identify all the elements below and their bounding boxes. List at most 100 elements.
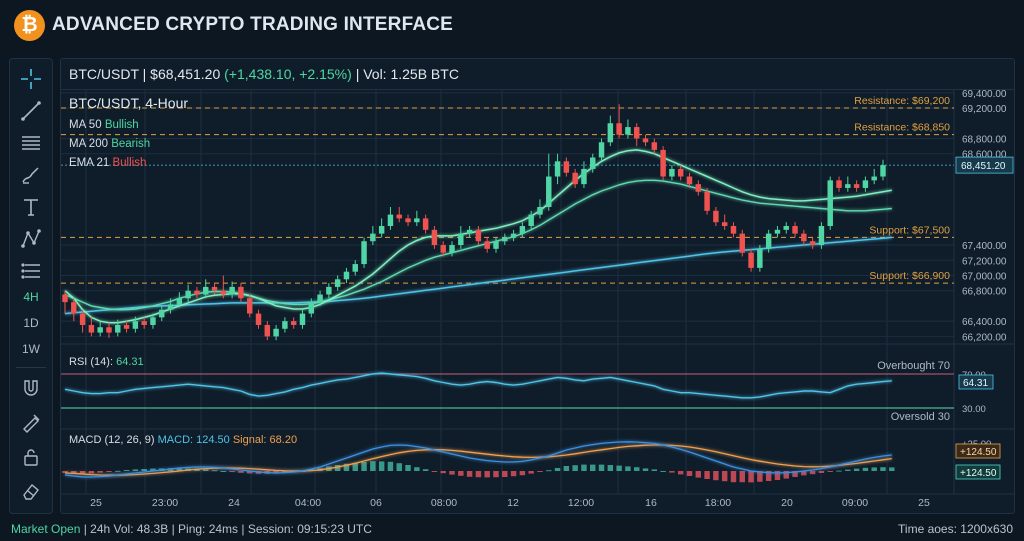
magnet-icon[interactable] [10,375,52,403]
macd-histogram-bar [528,471,534,474]
macd-histogram-bar [238,471,244,473]
pattern-icon[interactable] [10,225,52,253]
timeframe-1w[interactable]: 1W [10,335,52,363]
candle-body [123,324,130,329]
candle-body [150,317,156,325]
macd-histogram-bar [361,462,367,471]
app-title: ADVANCED CRYPTO TRADING INTERFACE [52,14,454,35]
rsi-oversold-label: Oversold 30 [891,411,950,423]
macd-histogram-bar [695,471,702,478]
candle-body [721,222,728,227]
timeframe-1d[interactable]: 1D [10,309,52,337]
candle-body [519,226,526,234]
macd-histogram-bar [493,471,499,478]
brush-icon[interactable] [10,161,52,189]
macd-histogram-bar [704,471,710,479]
y-tick-label: 66,800.00 [962,287,1007,298]
candle-body [440,245,446,253]
candle-body [238,286,244,299]
macd-histogram-bar [598,464,605,471]
macd-histogram-bar [590,464,596,471]
measure-icon[interactable] [10,409,52,437]
candle-body [378,226,385,234]
macd-histogram-bar [414,467,420,471]
candle-body [343,271,350,280]
candle-body [159,309,165,318]
candle-body [255,313,262,325]
candle-body [827,180,833,227]
candle-body [871,176,877,181]
macd-histogram-bar [669,471,675,473]
macd-histogram-bar [422,469,429,471]
text-icon[interactable] [10,193,52,221]
x-tick-label: 25 [918,497,930,509]
candle-body [282,321,288,329]
candle-body [845,184,851,188]
last-price-tag-label: 68,451.20 [961,161,1006,172]
macd-signal-tag-label: +124.50 [960,447,997,458]
macd-histogram-bar [827,471,833,472]
rsi-label: RSI (14): 64.31 [69,356,144,368]
macd-histogram-bar [880,467,886,471]
y-tick-label: 66,400.00 [962,317,1007,328]
candle-body [554,161,561,177]
bitcoin-logo-icon: ₿ [14,10,45,41]
candle-body [326,286,332,295]
candle-body [115,324,121,333]
macd-histogram-bar [563,466,570,471]
macd-histogram-bar [713,471,719,481]
y-tick-label: 67,400.00 [962,241,1007,252]
candle-body [853,184,860,188]
chart-panel: BTC/USDT | $68,451.20 (+1,438.10, +2.15%… [60,58,1015,514]
price-level-label: Resistance: $69,200 [854,95,950,107]
candle-body [414,218,420,223]
candle-body [449,245,455,253]
macd-histogram-bar [370,461,376,471]
horizontal-lines-icon[interactable] [10,129,52,157]
macd-value: MACD: 124.50 [158,434,233,446]
candle-body [695,184,702,192]
x-tick-label: 18:00 [705,497,731,509]
y-tick-label: 68,800.00 [962,134,1007,145]
macd-histogram-bar [581,464,587,471]
trend-line-icon[interactable] [10,97,52,125]
macd-histogram-bar [431,471,438,472]
rsi-label-name: RSI (14): [69,356,116,368]
macd-histogram-bar [123,470,130,471]
candle-body [625,127,631,135]
legend-item: MA 50 Bullish [69,119,139,131]
toolbar-divider [16,367,46,368]
eraser-icon[interactable] [10,477,52,505]
lock-icon[interactable] [10,443,52,471]
crosshair-icon[interactable] [10,65,52,93]
price-chart[interactable]: 69,400.0069,200.0068,800.0068,600.0067,4… [61,59,1015,514]
candle-body [71,302,77,314]
candle-body [598,142,605,158]
candle-body [176,298,183,305]
candle-body [616,123,622,135]
candle-body [880,165,886,177]
macd-value-tag-label: +124.50 [960,468,997,479]
fib-icon[interactable] [10,257,52,285]
candle-body [211,286,218,291]
candle-body [88,324,95,333]
macd-histogram-bar [203,469,209,471]
app-header: ₿ ADVANCED CRYPTO TRADING INTERFACE [0,0,1024,52]
macd-histogram-bar [871,467,877,471]
macd-histogram-bar [132,469,139,471]
market-status: Market Open [11,522,81,536]
candle-body [79,313,86,325]
timeframe-4h[interactable]: 4H [10,283,52,311]
candle-body [765,233,772,249]
x-tick-label: 08:00 [431,497,457,509]
macd-histogram-bar [211,470,218,472]
macd-histogram-bar [607,465,614,471]
candle-body [132,321,139,329]
candle-body [563,161,570,173]
candle-body [396,214,402,219]
candle-body [774,229,781,234]
candle-body [167,304,174,310]
macd-histogram-bar [642,468,649,471]
rsi-axis-label: 30.00 [962,404,986,415]
candle-body [484,241,490,249]
